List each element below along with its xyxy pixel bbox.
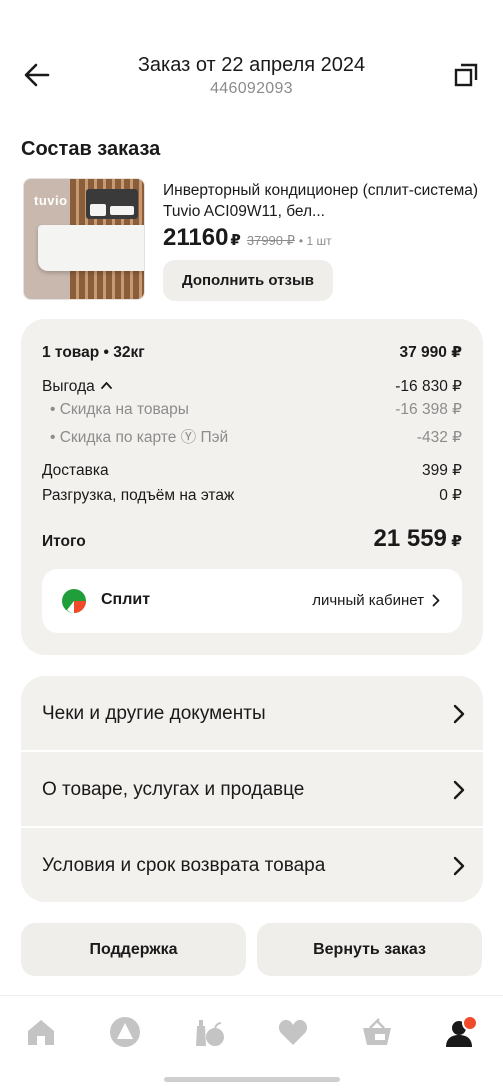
price-currency: ₽ [230,232,241,249]
delivery-value: 399 ₽ [421,462,462,479]
product-image[interactable]: tuvio [23,178,145,300]
benefit-value: -16 830 ₽ [395,378,462,395]
discount-goods-label: • Скидка на товары [50,401,189,418]
order-number[interactable]: 446092093 [0,80,503,98]
product-price: 21160 [163,224,229,251]
add-review-button[interactable]: Дополнить отзыв [163,260,333,301]
product-name[interactable]: Инверторный кондиционер (сплит-система) … [163,180,481,222]
items-value: 37 990 ₽ [399,344,463,361]
unloading-value: 0 ₽ [439,487,462,504]
split-link-label: личный кабинет [312,592,424,609]
return-order-button[interactable]: Вернуть заказ [257,923,482,976]
summary-discount-card-row: • Скидка по карте Ⓨ Пэй -432 ₽ [42,425,462,447]
split-card[interactable]: Сплит личный кабинет [42,569,462,633]
total-value: 21 559 [373,525,447,552]
split-logo-icon [62,589,86,613]
summary-benefit-row[interactable]: Выгода -16 830 ₽ [42,377,462,396]
discount-card-label: • Скидка по карте Ⓨ Пэй [50,429,229,446]
tab-catalog[interactable] [189,1014,229,1050]
link-receipts[interactable]: Чеки и другие документы [21,676,483,751]
product-card: tuvio Инверторный кондиционер (сплит-сис… [21,178,483,302]
cart-icon [363,1018,391,1045]
chevron-right-icon [453,780,465,799]
chevron-right-icon [453,856,465,875]
discount-card-value: -432 ₽ [416,429,462,446]
unloading-label: Разгрузка, подъём на этаж [42,487,235,504]
summary-discount-goods-row: • Скидка на товары -16 398 ₽ [42,400,462,419]
product-image-badge [90,204,106,216]
copy-button[interactable] [451,60,481,90]
tab-bar [0,995,503,1090]
summary-unloading-row: Разгрузка, подъём на этаж 0 ₽ [42,486,462,505]
chevron-right-icon [432,594,440,607]
link-return-terms-label: Условия и срок возврата товара [42,854,326,876]
chevron-up-icon [100,380,112,392]
summary-items-row: 1 товар • 32кг 37 990 ₽ [42,343,462,362]
home-indicator [164,1077,340,1082]
section-title: Состав заказа [21,138,161,160]
summary-delivery-row: Доставка 399 ₽ [42,461,462,480]
product-image-brand: tuvio [34,193,68,208]
total-label: Итого [42,533,86,550]
total-currency: ₽ [451,533,462,550]
tab-cart[interactable] [357,1014,397,1050]
copy-icon [454,63,478,87]
home-icon [28,1020,54,1045]
notification-badge [462,1015,478,1031]
link-product-info[interactable]: О товаре, услугах и продавце [21,752,483,827]
support-button[interactable]: Поддержка [21,923,246,976]
price-row: 21160 ₽ 37990 ₽ • 1 шт [163,224,332,252]
items-label: 1 товар • 32кг [42,344,145,361]
split-cabinet-link[interactable]: личный кабинет [312,592,440,609]
tab-favorites[interactable] [273,1014,313,1050]
old-price: 37990 ₽ [246,233,295,248]
info-links: Чеки и другие документы О товаре, услуга… [21,676,483,902]
order-summary: 1 товар • 32кг 37 990 ₽ Выгода -16 830 ₽… [21,319,483,655]
benefit-label: Выгода [42,378,95,395]
link-product-info-label: О товаре, услугах и продавце [42,778,305,800]
delivery-label: Доставка [42,462,109,479]
favorites-icon [278,1019,308,1045]
tab-assistant[interactable] [105,1014,145,1050]
chevron-right-icon [453,704,465,723]
header: Заказ от 22 апреля 2024 446092093 [0,0,503,118]
product-quantity: • 1 шт [298,234,332,248]
tab-home[interactable] [21,1014,61,1050]
profile-icon [446,1015,478,1047]
summary-total-row: Итого 21 559 ₽ [42,525,462,553]
split-name: Сплит [101,591,151,608]
link-receipts-label: Чеки и другие документы [42,702,266,724]
tab-profile[interactable] [441,1014,481,1050]
product-image-badge [110,206,134,215]
page-title: Заказ от 22 апреля 2024 [137,54,366,76]
discount-goods-value: -16 398 ₽ [395,401,462,418]
total-amount: 21 559 ₽ [373,525,462,553]
air-conditioner-unit [38,225,144,271]
catalog-icon [196,1020,224,1046]
link-return-terms[interactable]: Условия и срок возврата товара [21,828,483,902]
assistant-icon [110,1017,140,1047]
benefit-toggle[interactable]: Выгода [42,378,112,396]
